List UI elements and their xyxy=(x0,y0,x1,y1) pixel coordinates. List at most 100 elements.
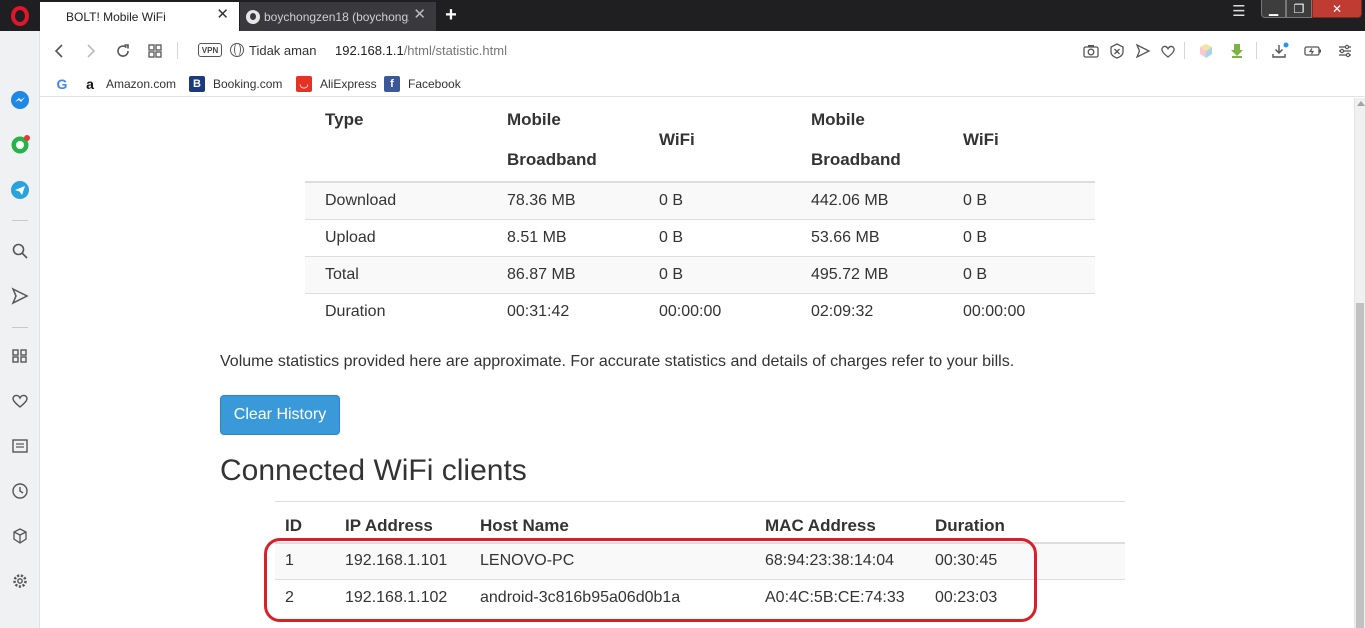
tab-bolt-mobile-wifi[interactable]: BOLT! Mobile WiFi ✕ xyxy=(40,2,239,31)
cell-value: 78.36 MB xyxy=(487,181,639,219)
ad-blocker-icon[interactable] xyxy=(1107,41,1127,61)
bookmark-google[interactable]: G xyxy=(54,75,78,92)
settings-icon[interactable] xyxy=(8,569,32,593)
send-icon[interactable] xyxy=(8,284,32,308)
window-close-button[interactable]: ✕ xyxy=(1312,0,1362,18)
toolbar-divider xyxy=(1184,42,1185,59)
cell-value: 53.66 MB xyxy=(791,218,943,256)
forward-button[interactable] xyxy=(80,40,102,62)
close-tab-icon[interactable]: ✕ xyxy=(216,7,229,23)
telegram-icon[interactable] xyxy=(8,178,32,202)
new-tab-button[interactable]: + xyxy=(440,2,462,29)
bookmark-booking[interactable]: B Booking.com xyxy=(189,75,282,92)
scroll-thumb[interactable] xyxy=(1356,303,1364,628)
header-mac-address: MAC Address xyxy=(755,501,925,544)
header-line: Mobile xyxy=(507,109,561,129)
security-status[interactable]: Tidak aman xyxy=(249,43,316,58)
extension-cube-icon[interactable] xyxy=(1196,41,1216,61)
cell-value: 442.06 MB xyxy=(791,181,943,219)
snapshot-icon[interactable] xyxy=(1081,41,1101,61)
cell-mac: A0:4C:5B:CE:74:33 xyxy=(755,579,925,617)
header-host-name: Host Name xyxy=(470,501,755,544)
cell-ip: 192.168.1.101 xyxy=(335,542,470,580)
messenger-icon[interactable] xyxy=(8,88,32,112)
cell-value: 00:31:42 xyxy=(487,292,639,330)
table-row: 1 192.168.1.101 LENOVO-PC 68:94:23:38:14… xyxy=(275,542,1125,580)
cell-type: Download xyxy=(305,181,487,219)
table-row: Download 78.36 MB 0 B 442.06 MB 0 B xyxy=(305,181,1095,219)
back-button[interactable] xyxy=(48,40,70,62)
sidebar-divider xyxy=(12,220,28,221)
cell-host: android-3c816b95a06d0b1a xyxy=(470,579,755,617)
minimize-button[interactable]: ▁ xyxy=(1261,0,1286,18)
tab-title: boychongzen18 (boychongzen18) xyxy=(264,9,409,24)
bookmark-label: Facebook xyxy=(408,76,461,91)
cell-value: 0 B xyxy=(943,255,1095,293)
sidebar-divider xyxy=(12,327,28,328)
google-icon: G xyxy=(56,75,68,92)
title-bar: BOLT! Mobile WiFi ✕ boychongzen18 (boych… xyxy=(0,0,1365,31)
cell-type: Total xyxy=(305,255,487,293)
whatsapp-icon[interactable] xyxy=(8,133,32,157)
search-icon[interactable] xyxy=(8,239,32,263)
table-header-row: Type Mobile Broadband WiFi Mobile Broadban… xyxy=(305,98,1095,183)
header-line: Broadband xyxy=(811,149,901,169)
scroll-up-arrow-icon[interactable] xyxy=(1357,101,1365,106)
page-scrollbar[interactable] xyxy=(1354,98,1365,628)
table-row: Upload 8.51 MB 0 B 53.66 MB 0 B xyxy=(305,218,1095,256)
maximize-button[interactable]: ❐ xyxy=(1286,0,1312,18)
easy-setup-icon[interactable] xyxy=(1335,41,1355,61)
news-icon[interactable] xyxy=(8,434,32,458)
statistics-note: Volume statistics provided here are appr… xyxy=(220,353,1015,370)
vpn-badge[interactable]: VPN xyxy=(198,43,222,57)
send-page-icon[interactable] xyxy=(1133,41,1153,61)
amazon-icon: a xyxy=(86,75,94,92)
header-mobile-broadband-1: Mobile Broadband xyxy=(487,98,639,183)
url-field[interactable]: 192.168.1.1/html/statistic.html xyxy=(335,43,507,58)
url-path: /html/statistic.html xyxy=(403,43,507,58)
cell-id: 1 xyxy=(275,542,335,580)
bookmark-heart-icon[interactable] xyxy=(1158,41,1178,61)
booking-icon: B xyxy=(189,75,205,92)
header-line: Broadband xyxy=(507,149,597,169)
tab-menu-icon[interactable]: ☰ xyxy=(1228,2,1250,22)
speed-dial-icon[interactable] xyxy=(8,344,32,368)
sidebar xyxy=(0,31,40,628)
download-extension-icon[interactable] xyxy=(1227,41,1247,61)
header-mobile-broadband-2: Mobile Broadband xyxy=(791,98,943,183)
cell-ip: 192.168.1.102 xyxy=(335,579,470,617)
globe-icon[interactable] xyxy=(230,43,244,57)
bookmark-aliexpress[interactable]: ◡ AliExpress xyxy=(296,75,377,92)
speed-dial-button[interactable] xyxy=(144,40,166,62)
history-icon[interactable] xyxy=(8,479,32,503)
toolbar-divider xyxy=(1256,42,1257,59)
cell-duration: 00:23:03 xyxy=(925,579,1125,617)
extensions-icon[interactable] xyxy=(8,524,32,548)
connected-clients-table: ID IP Address Host Name MAC Address Dura… xyxy=(275,501,1125,617)
header-ip-address: IP Address xyxy=(335,501,470,544)
clear-history-button[interactable]: Clear History xyxy=(220,395,340,435)
cell-host: LENOVO-PC xyxy=(470,542,755,580)
battery-saver-icon[interactable] xyxy=(1303,41,1323,61)
downloads-icon[interactable] xyxy=(1270,41,1290,61)
close-tab-icon[interactable]: ✕ xyxy=(413,7,426,23)
opera-logo-icon[interactable] xyxy=(0,0,40,31)
table-row: Total 86.87 MB 0 B 495.72 MB 0 B xyxy=(305,255,1095,293)
cell-type: Upload xyxy=(305,218,487,256)
tab-github[interactable]: boychongzen18 (boychongzen18) ✕ xyxy=(240,2,436,31)
header-duration: Duration xyxy=(925,501,1125,544)
bookmark-label: Amazon.com xyxy=(106,76,177,91)
connected-clients-title: Connected WiFi clients xyxy=(220,454,527,487)
page-content: Type Mobile Broadband WiFi Mobile Broadban… xyxy=(40,98,1354,628)
cell-value: 495.72 MB xyxy=(791,255,943,293)
facebook-icon: f xyxy=(384,75,400,92)
url-host: 192.168.1.1 xyxy=(335,43,404,58)
reload-button[interactable] xyxy=(112,40,134,62)
cell-duration: 00:30:45 xyxy=(925,542,1125,580)
header-wifi-2: WiFi xyxy=(943,98,1095,183)
bookmark-label: AliExpress xyxy=(320,76,377,91)
bookmark-facebook[interactable]: f Facebook xyxy=(384,75,461,92)
header-type: Type xyxy=(305,98,487,183)
heart-icon[interactable] xyxy=(8,389,32,413)
bookmark-amazon[interactable]: a Amazon.com xyxy=(82,75,176,92)
